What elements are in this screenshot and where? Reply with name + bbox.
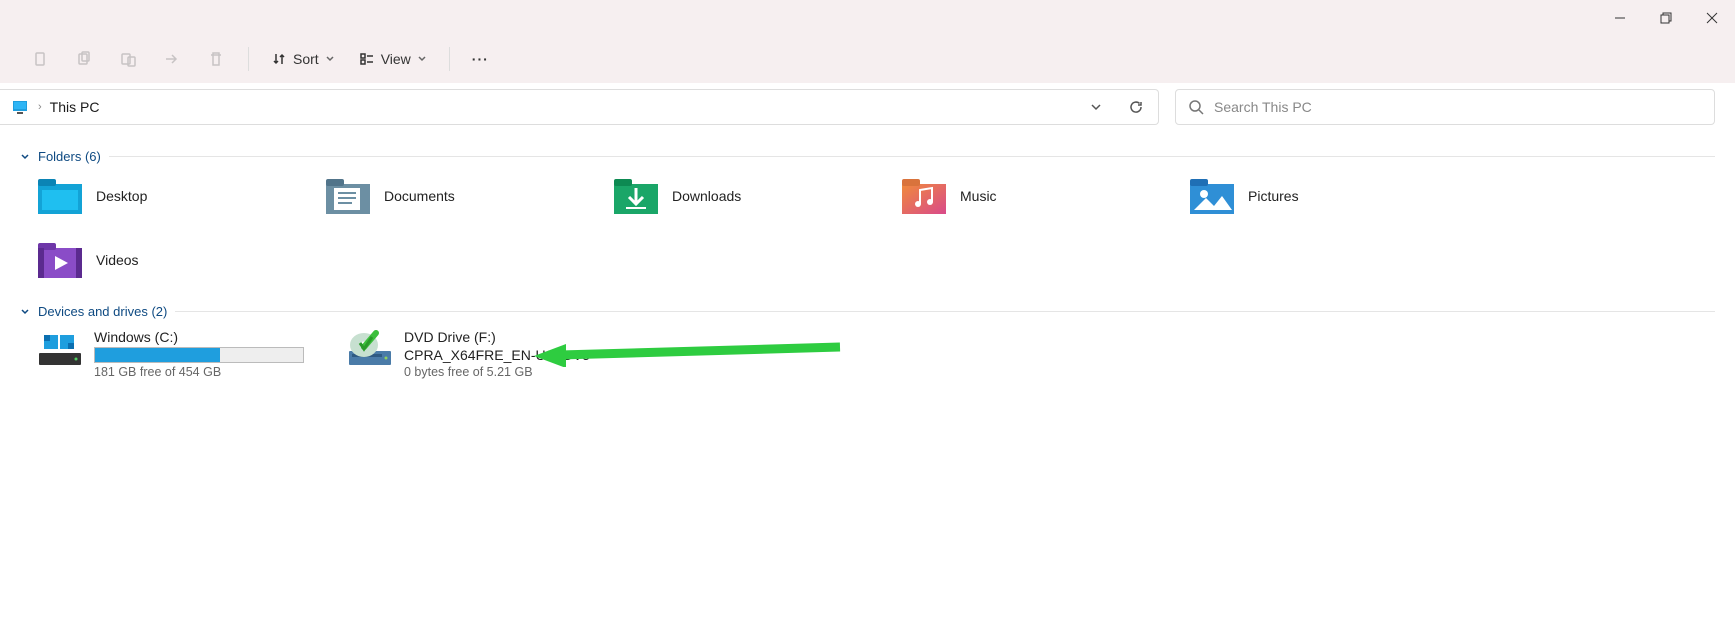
divider xyxy=(109,156,1715,157)
sort-icon xyxy=(271,51,287,67)
refresh-button[interactable] xyxy=(1122,93,1150,121)
chevron-down-icon xyxy=(20,152,30,162)
folder-item-downloads[interactable]: Downloads xyxy=(612,174,892,218)
documents-icon xyxy=(324,176,372,216)
address-row: › This PC xyxy=(0,83,1735,131)
pictures-icon xyxy=(1188,176,1236,216)
drive-name: Windows (C:) xyxy=(94,329,326,345)
group-header-drives[interactable]: Devices and drives (2) xyxy=(20,296,1715,325)
group-header-label: Folders (6) xyxy=(38,149,101,164)
window-controls xyxy=(1597,0,1735,35)
chevron-down-icon xyxy=(417,54,427,64)
folder-item-videos[interactable]: Videos xyxy=(36,238,316,282)
address-bar[interactable]: › This PC xyxy=(0,89,1159,125)
folder-label: Videos xyxy=(96,252,139,268)
minimize-button[interactable] xyxy=(1597,0,1643,35)
folders-grid: Desktop Documents Downloads Music xyxy=(20,170,1715,296)
drive-volume-label: CPRA_X64FRE_EN-US_DV5 xyxy=(404,347,636,363)
search-box[interactable] xyxy=(1175,89,1715,125)
chevron-down-icon xyxy=(20,307,30,317)
more-label: ··· xyxy=(472,51,489,67)
folder-label: Music xyxy=(960,188,997,204)
downloads-icon xyxy=(612,176,660,216)
sort-button[interactable]: Sort xyxy=(261,45,345,73)
new-button[interactable] xyxy=(20,41,60,77)
chevron-down-icon xyxy=(325,54,335,64)
folder-label: Documents xyxy=(384,188,455,204)
sort-label: Sort xyxy=(293,51,319,67)
folder-label: Desktop xyxy=(96,188,147,204)
drives-grid: Windows (C:) 181 GB free of 454 GB DVD D… xyxy=(20,325,1715,379)
folder-label: Downloads xyxy=(672,188,741,204)
search-icon xyxy=(1188,99,1204,115)
view-label: View xyxy=(381,51,411,67)
refresh-icon xyxy=(1128,99,1144,115)
drive-name: DVD Drive (F:) xyxy=(404,329,636,345)
address-history-button[interactable] xyxy=(1082,93,1110,121)
group-header-folders[interactable]: Folders (6) xyxy=(20,141,1715,170)
toolbar-divider xyxy=(449,47,450,71)
dvd-drive-icon xyxy=(346,329,394,369)
view-icon xyxy=(359,51,375,67)
group-header-label: Devices and drives (2) xyxy=(38,304,167,319)
maximize-button[interactable] xyxy=(1643,0,1689,35)
folder-item-music[interactable]: Music xyxy=(900,174,1180,218)
videos-icon xyxy=(36,240,84,280)
copy-button[interactable] xyxy=(64,41,104,77)
drive-item-dvd[interactable]: DVD Drive (F:) CPRA_X64FRE_EN-US_DV5 0 b… xyxy=(346,329,636,379)
folder-item-documents[interactable]: Documents xyxy=(324,174,604,218)
toolbar-divider xyxy=(248,47,249,71)
more-button[interactable]: ··· xyxy=(462,45,499,73)
search-input[interactable] xyxy=(1214,99,1702,115)
pc-icon xyxy=(12,99,30,115)
chevron-right-icon: › xyxy=(36,101,44,113)
delete-button[interactable] xyxy=(196,41,236,77)
drive-free-text: 0 bytes free of 5.21 GB xyxy=(404,365,636,379)
breadcrumb-label: This PC xyxy=(50,99,100,115)
chevron-down-icon xyxy=(1090,101,1102,113)
content-area: Folders (6) Desktop Documents Downloads xyxy=(0,131,1735,389)
titlebar xyxy=(0,0,1735,35)
divider xyxy=(175,311,1715,312)
drive-capacity-fill xyxy=(95,348,220,362)
desktop-icon xyxy=(36,176,84,216)
toolbar: Sort View ··· xyxy=(0,35,1735,83)
drive-icon xyxy=(36,329,84,369)
folder-item-pictures[interactable]: Pictures xyxy=(1188,174,1468,218)
paste-button[interactable] xyxy=(108,41,148,77)
music-icon xyxy=(900,176,948,216)
share-button[interactable] xyxy=(152,41,192,77)
drive-capacity-bar xyxy=(94,347,304,363)
folder-item-desktop[interactable]: Desktop xyxy=(36,174,316,218)
drive-free-text: 181 GB free of 454 GB xyxy=(94,365,326,379)
close-button[interactable] xyxy=(1689,0,1735,35)
folder-label: Pictures xyxy=(1248,188,1299,204)
view-button[interactable]: View xyxy=(349,45,437,73)
drive-item-c[interactable]: Windows (C:) 181 GB free of 454 GB xyxy=(36,329,326,379)
breadcrumb[interactable]: › This PC xyxy=(8,99,103,115)
